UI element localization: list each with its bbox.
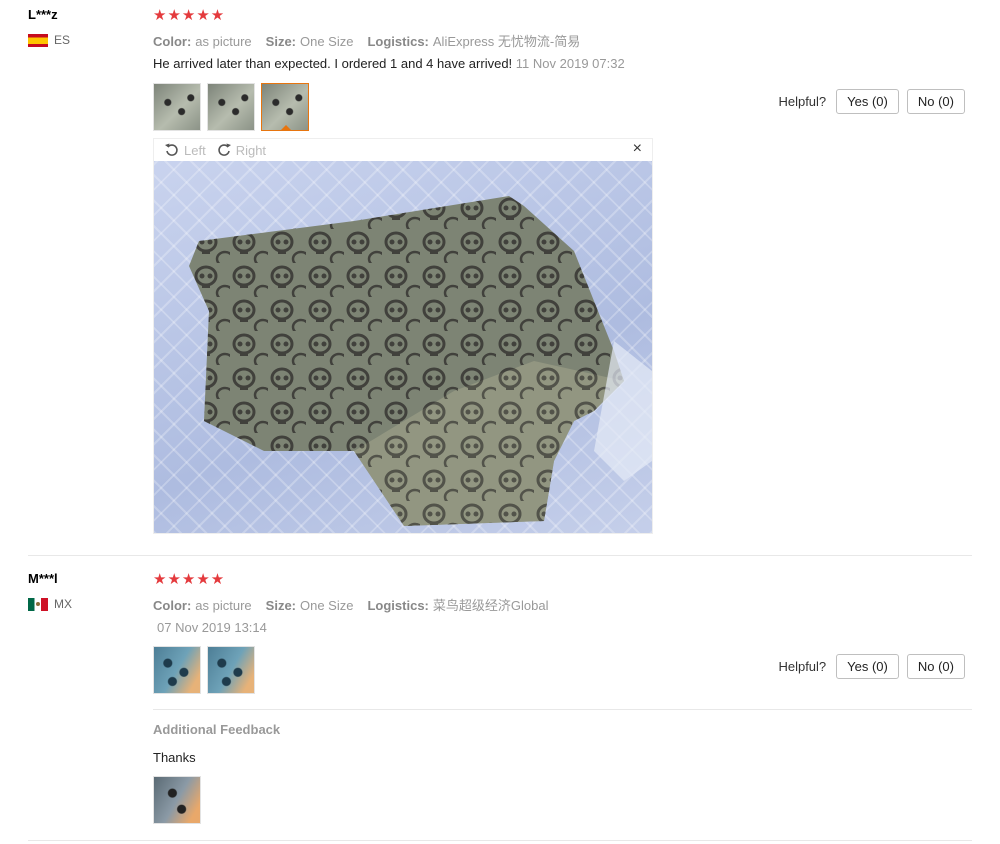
review-photo-thumbnail[interactable] xyxy=(153,83,201,131)
review-photo-thumbnail[interactable] xyxy=(207,83,255,131)
rotate-right-button[interactable]: Right xyxy=(216,142,266,158)
additional-feedback-title: Additional Feedback xyxy=(153,722,281,737)
helpful-yes-button[interactable]: Yes (0) xyxy=(836,654,899,679)
review-photo-thumbnail[interactable] xyxy=(153,776,201,824)
review-photo-large xyxy=(154,161,652,533)
additional-feedback-photos xyxy=(153,776,201,824)
review-content: He arrived later than expected. I ordere… xyxy=(153,56,625,71)
review-content: 07 Nov 2019 13:14 xyxy=(157,620,267,635)
spain-flag-icon xyxy=(28,33,48,47)
photo-viewer-toolbar: Left Right × xyxy=(154,139,652,161)
rotate-left-button[interactable]: Left xyxy=(164,142,206,158)
rotate-right-label: Right xyxy=(235,142,267,158)
helpful-vote: Helpful? Yes (0) No (0) xyxy=(778,89,965,114)
review-text: He arrived later than expected. I ordere… xyxy=(153,56,513,71)
close-icon[interactable]: × xyxy=(633,140,642,158)
logistics-value: 菜鸟超级经济Global xyxy=(432,598,549,613)
rotate-left-label: Left xyxy=(184,142,206,158)
logistics-label: Logistics: xyxy=(367,34,429,49)
additional-feedback-text: Thanks xyxy=(153,750,196,765)
size-label: Size: xyxy=(265,34,296,49)
scarf-photo xyxy=(189,196,652,526)
rotate-right-icon xyxy=(217,143,231,156)
logistics-value: AliExpress 无忧物流-简易 xyxy=(432,34,581,49)
logistics-label: Logistics: xyxy=(367,598,429,613)
color-label: Color: xyxy=(153,598,192,613)
review-divider xyxy=(28,840,972,841)
review-photo-thumbnail[interactable] xyxy=(153,646,201,694)
rotate-left-icon xyxy=(165,143,178,156)
country-code: MX xyxy=(54,597,72,611)
reviewer-name: L***z xyxy=(28,7,58,22)
order-attributes: Color: as picture Size: One Size Logistics: A… xyxy=(153,31,580,50)
reviewer-country: MX xyxy=(28,597,72,611)
review-photos xyxy=(153,83,309,131)
review-date: 11 Nov 2019 07:32 xyxy=(515,56,625,71)
size-label: Size: xyxy=(265,598,296,613)
helpful-label: Helpful? xyxy=(778,94,827,109)
feedback-divider xyxy=(153,709,972,710)
helpful-yes-button[interactable]: Yes (0) xyxy=(836,89,899,114)
review-date: 07 Nov 2019 13:14 xyxy=(157,620,267,635)
star-rating: ★★★★★ xyxy=(153,7,226,24)
review-photos xyxy=(153,646,255,694)
star-rating: ★★★★★ xyxy=(153,571,226,588)
color-value: as picture xyxy=(195,34,252,49)
review-photo-thumbnail-selected[interactable] xyxy=(261,83,309,131)
color-label: Color: xyxy=(153,34,192,49)
country-code: ES xyxy=(54,33,71,47)
reviewer-country: ES xyxy=(28,33,70,47)
helpful-no-button[interactable]: No (0) xyxy=(906,89,965,114)
photo-viewer: Left Right × xyxy=(153,138,653,534)
order-attributes: Color: as picture Size: One Size Logistics: 菜… xyxy=(153,595,548,614)
helpful-label: Helpful? xyxy=(778,659,827,674)
review-photo-thumbnail[interactable] xyxy=(207,646,255,694)
helpful-vote: Helpful? Yes (0) No (0) xyxy=(778,654,965,679)
helpful-no-button[interactable]: No (0) xyxy=(906,654,965,679)
color-value: as picture xyxy=(195,598,252,613)
mexico-flag-icon xyxy=(28,597,48,611)
review-divider xyxy=(28,555,972,556)
reviewer-name: M***l xyxy=(28,571,58,586)
size-value: One Size xyxy=(300,598,354,613)
size-value: One Size xyxy=(300,34,354,49)
